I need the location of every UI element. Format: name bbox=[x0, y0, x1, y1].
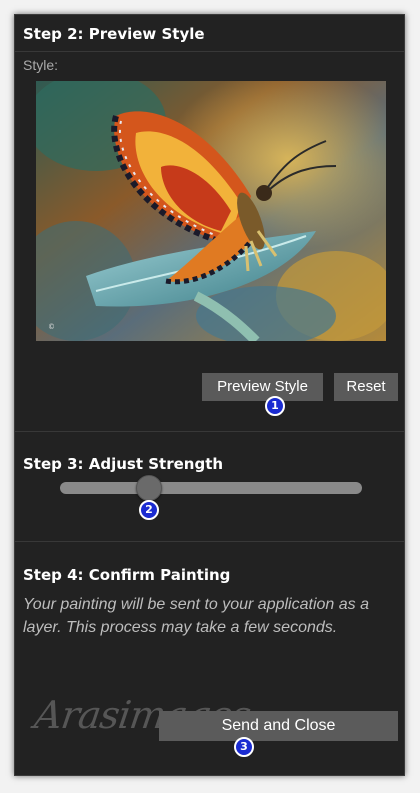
style-preview-image: © bbox=[36, 81, 386, 341]
divider bbox=[15, 51, 404, 52]
annotation-marker-1: 1 bbox=[265, 396, 285, 416]
confirm-description: Your painting will be sent to your appli… bbox=[23, 596, 369, 636]
step3-title: Step 3: Adjust Strength bbox=[23, 455, 224, 473]
style-label: Style: bbox=[23, 57, 59, 73]
divider bbox=[15, 431, 404, 432]
annotation-marker-2: 2 bbox=[139, 500, 159, 520]
step2-title: Step 2: Preview Style bbox=[23, 25, 205, 43]
divider bbox=[15, 541, 404, 542]
preview-style-button[interactable]: Preview Style bbox=[202, 373, 323, 401]
strength-slider-track[interactable] bbox=[60, 482, 362, 494]
svg-text:©: © bbox=[48, 323, 55, 331]
reset-button[interactable]: Reset bbox=[334, 373, 398, 401]
strength-slider-thumb[interactable] bbox=[136, 475, 162, 501]
send-and-close-button[interactable]: Send and Close bbox=[159, 711, 398, 741]
step4-title: Step 4: Confirm Painting bbox=[23, 566, 231, 584]
butterfly-painting-image: © bbox=[36, 81, 386, 341]
annotation-marker-3: 3 bbox=[234, 737, 254, 757]
style-transfer-panel: Step 2: Preview Style Style: © Preview S… bbox=[14, 14, 405, 776]
